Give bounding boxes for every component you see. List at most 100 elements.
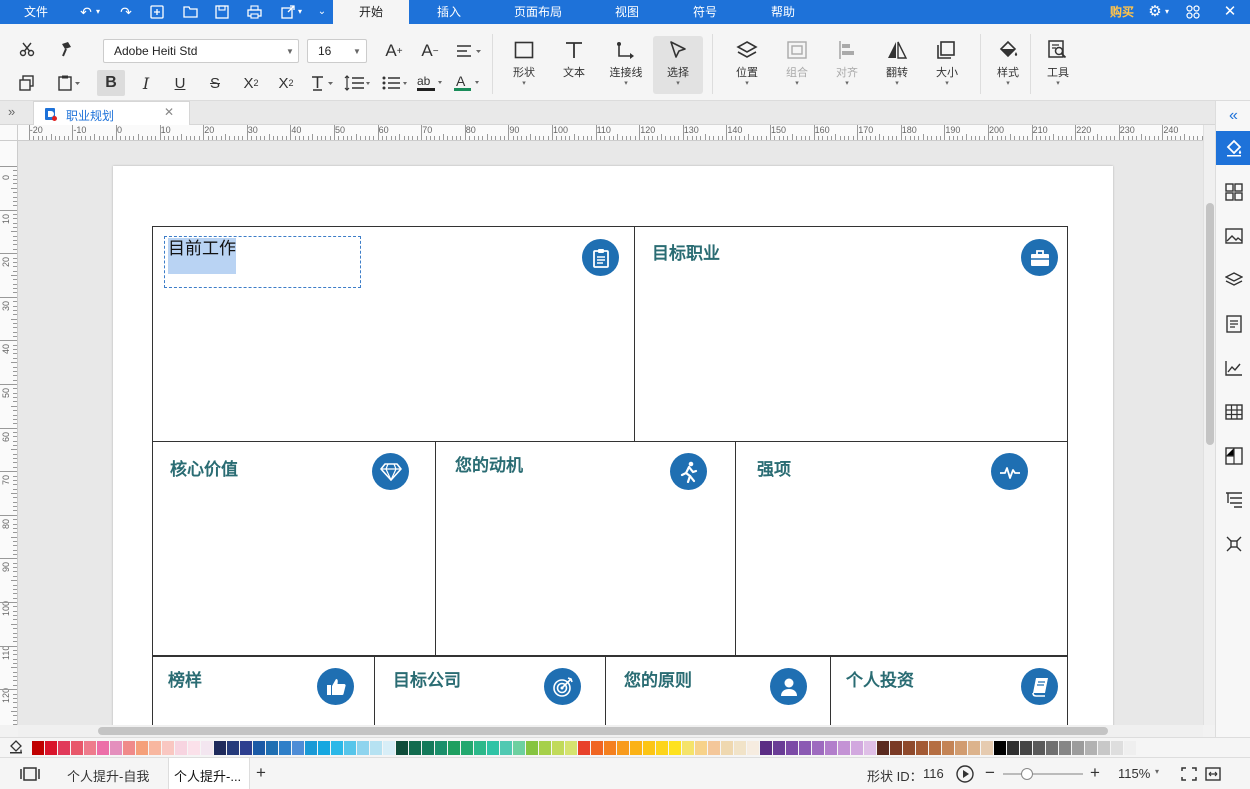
zoom-slider-track[interactable] — [1003, 773, 1083, 775]
color-swatch[interactable] — [474, 741, 486, 755]
add-page-icon[interactable]: + — [256, 763, 266, 783]
color-swatch[interactable] — [279, 741, 291, 755]
color-swatch[interactable] — [58, 741, 70, 755]
color-swatch[interactable] — [1098, 741, 1110, 755]
play-icon[interactable] — [956, 765, 974, 783]
line-spacing-icon[interactable] — [342, 70, 372, 96]
color-swatch[interactable] — [422, 741, 434, 755]
color-swatch[interactable] — [461, 741, 473, 755]
horizontal-scrollbar[interactable] — [18, 725, 1203, 737]
image-panel-icon[interactable] — [1216, 219, 1250, 253]
color-swatch[interactable] — [630, 741, 642, 755]
color-swatch[interactable] — [877, 741, 889, 755]
color-swatch[interactable] — [331, 741, 343, 755]
select-tool-button[interactable]: 选择 ▾ — [653, 36, 703, 94]
text-style-icon[interactable] — [308, 70, 338, 96]
color-swatch[interactable] — [305, 741, 317, 755]
color-swatch[interactable] — [552, 741, 564, 755]
color-swatch[interactable] — [227, 741, 239, 755]
color-swatch[interactable] — [149, 741, 161, 755]
italic-icon[interactable]: I — [134, 70, 158, 96]
fit-width-icon[interactable] — [1205, 767, 1221, 781]
color-swatch[interactable] — [838, 741, 850, 755]
color-swatch[interactable] — [266, 741, 278, 755]
cell-role-model[interactable]: 榜样 — [152, 655, 375, 725]
page-list-icon[interactable] — [19, 767, 41, 781]
symbol-library-icon[interactable] — [1216, 175, 1250, 209]
fit-page-icon[interactable] — [1181, 767, 1197, 781]
color-swatch[interactable] — [799, 741, 811, 755]
color-swatch[interactable] — [747, 741, 759, 755]
color-swatch[interactable] — [448, 741, 460, 755]
color-swatch[interactable] — [500, 741, 512, 755]
color-swatch[interactable] — [1007, 741, 1019, 755]
color-swatch[interactable] — [396, 741, 408, 755]
attachment-panel-icon[interactable] — [1216, 439, 1250, 473]
color-swatch[interactable] — [721, 741, 733, 755]
color-swatch[interactable] — [968, 741, 980, 755]
page-panel-icon[interactable] — [1216, 307, 1250, 341]
color-swatch[interactable] — [643, 741, 655, 755]
vertical-scrollbar[interactable] — [1203, 125, 1215, 725]
color-swatch[interactable] — [487, 741, 499, 755]
cell-personal-investment[interactable]: 个人投资 — [830, 655, 1068, 725]
menu-file[interactable]: 文件 — [14, 0, 58, 24]
color-swatch[interactable] — [97, 741, 109, 755]
color-swatch[interactable] — [435, 741, 447, 755]
color-swatch[interactable] — [773, 741, 785, 755]
decrease-font-icon[interactable]: A − — [418, 39, 442, 63]
color-swatch[interactable] — [123, 741, 135, 755]
bullet-list-icon[interactable] — [380, 70, 410, 96]
document-tab[interactable]: 职业规划 ✕ — [33, 101, 190, 126]
color-swatch[interactable] — [864, 741, 876, 755]
color-swatch[interactable] — [357, 741, 369, 755]
color-swatch[interactable] — [591, 741, 603, 755]
align-button[interactable]: 对齐 ▾ — [822, 36, 872, 94]
color-swatch[interactable] — [162, 741, 174, 755]
color-swatch[interactable] — [1046, 741, 1058, 755]
style-button[interactable]: 样式 ▾ — [983, 36, 1033, 94]
color-swatch[interactable] — [45, 741, 57, 755]
cell-target-company[interactable]: 目标公司 — [374, 655, 606, 725]
color-swatch[interactable] — [825, 741, 837, 755]
collapse-panel-icon[interactable]: « — [1216, 101, 1250, 131]
position-button[interactable]: 位置 ▾ — [722, 36, 772, 94]
zoom-slider-handle[interactable] — [1021, 768, 1033, 780]
color-swatch[interactable] — [1033, 741, 1045, 755]
menu-view[interactable]: 视图 — [605, 0, 649, 24]
no-fill-icon[interactable] — [9, 740, 25, 756]
color-swatch[interactable] — [994, 741, 1006, 755]
color-swatch[interactable] — [851, 741, 863, 755]
color-swatch[interactable] — [812, 741, 824, 755]
color-swatch[interactable] — [916, 741, 928, 755]
close-window-icon[interactable]: ✕ — [1220, 3, 1240, 21]
menu-help[interactable]: 帮助 — [761, 0, 805, 24]
color-swatch[interactable] — [32, 741, 44, 755]
save-icon[interactable] — [212, 3, 232, 21]
color-swatch[interactable] — [942, 741, 954, 755]
color-swatch[interactable] — [955, 741, 967, 755]
cell-motivation[interactable]: 您的动机 — [435, 441, 736, 657]
color-swatch[interactable] — [929, 741, 941, 755]
apps-icon[interactable] — [1183, 3, 1203, 21]
color-swatch[interactable] — [708, 741, 720, 755]
increase-font-icon[interactable]: A + — [382, 39, 406, 63]
menu-symbol[interactable]: 符号 — [683, 0, 727, 24]
color-swatch[interactable] — [734, 741, 746, 755]
color-swatch[interactable] — [409, 741, 421, 755]
color-swatch[interactable] — [240, 741, 252, 755]
cell-target-career[interactable]: 目标职业 — [634, 226, 1068, 442]
close-tab-icon[interactable]: ✕ — [164, 105, 174, 119]
color-swatch[interactable] — [1124, 741, 1136, 755]
color-swatch[interactable] — [890, 741, 902, 755]
color-swatch[interactable] — [1072, 741, 1084, 755]
color-swatch[interactable] — [188, 741, 200, 755]
color-swatch[interactable] — [136, 741, 148, 755]
size-button[interactable]: 大小 ▾ — [922, 36, 972, 94]
menu-home[interactable]: 开始 — [333, 0, 409, 24]
cell-current-job[interactable]: 目前工作 — [152, 226, 635, 442]
color-swatch[interactable] — [513, 741, 525, 755]
page-tab-1[interactable]: 个人提升-自我 — [67, 766, 149, 785]
group-button[interactable]: 组合 ▾ — [772, 36, 822, 94]
layers-panel-icon[interactable] — [1216, 263, 1250, 297]
